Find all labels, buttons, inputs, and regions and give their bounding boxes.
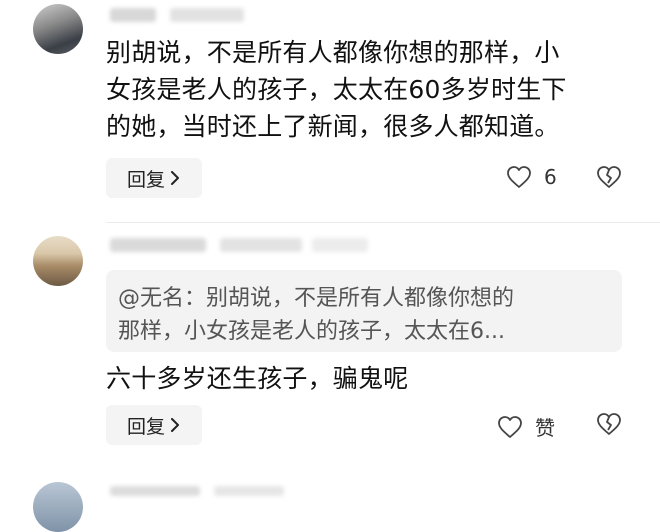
heart-icon (498, 415, 522, 438)
chevron-right-icon (171, 171, 179, 185)
reply-label: 回复 (126, 168, 165, 191)
like-button[interactable]: 赞 (497, 412, 555, 441)
username-redacted (312, 238, 368, 252)
reply-button[interactable]: 回复 (106, 158, 202, 198)
like-count: 6 (544, 165, 557, 189)
like-label: 赞 (535, 416, 555, 440)
heart-icon (507, 166, 531, 188)
comment-text: 别胡说，不是所有人都像你想的那样，小 女孩是老人的孩子，太太在60多岁时生下 的… (106, 34, 636, 145)
comment-text-line: 六十多岁还生孩子，骗鬼呢 (106, 364, 409, 393)
username-redacted (170, 8, 244, 22)
avatar[interactable] (33, 4, 83, 54)
comment-text: 六十多岁还生孩子，骗鬼呢 (106, 360, 636, 397)
avatar[interactable] (33, 482, 83, 532)
quote-line: @无名：别胡说，不是所有人都像你想的 (118, 286, 515, 311)
username-redacted (110, 8, 156, 22)
comment-text-line: 别胡说，不是所有人都像你想的那样，小 (106, 38, 560, 67)
dislike-button[interactable] (596, 165, 622, 193)
username-redacted (110, 238, 206, 252)
divider (106, 222, 660, 223)
username-redacted (220, 238, 302, 252)
comment-text-line: 的她，当时还上了新闻，很多人都知道。 (106, 112, 560, 141)
reply-button[interactable]: 回复 (106, 405, 202, 445)
reply-label: 回复 (126, 415, 165, 438)
broken-heart-icon (597, 413, 621, 435)
chevron-right-icon (171, 418, 179, 432)
quoted-comment[interactable]: @无名：别胡说，不是所有人都像你想的 那样，小女孩是老人的孩子，太太在6... (106, 270, 622, 352)
broken-heart-icon (597, 166, 621, 188)
comment-text-line: 女孩是老人的孩子，太太在60多岁时生下 (106, 75, 567, 104)
dislike-button[interactable] (596, 412, 622, 440)
avatar[interactable] (33, 236, 83, 286)
quote-line: 那样，小女孩是老人的孩子，太太在6... (118, 319, 505, 344)
like-button[interactable]: 6 (506, 165, 557, 189)
